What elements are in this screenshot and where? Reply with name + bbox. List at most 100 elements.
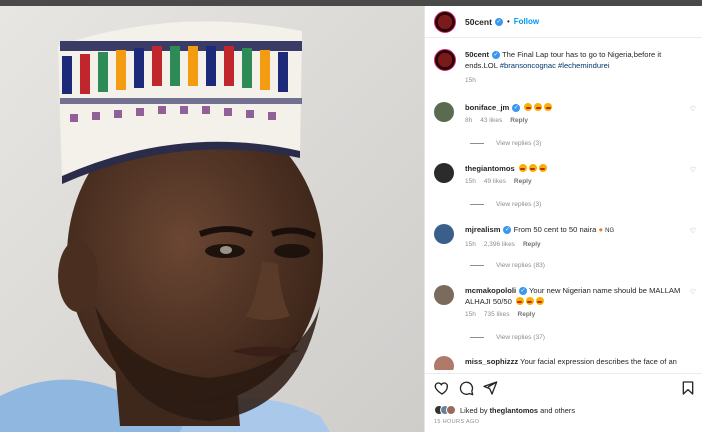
comment-time: 15h: [465, 311, 476, 318]
clap-emoji-icon: [535, 297, 544, 305]
comment-text: mcmakopololi ✓ Your new Nigerian name sho…: [465, 285, 687, 307]
like-comment-heart-icon[interactable]: ♡: [690, 288, 696, 296]
commenter-avatar[interactable]: [434, 356, 454, 370]
comment-body: miss_sophizzz Your facial expression des…: [465, 356, 687, 370]
caption-time: 15h: [465, 77, 476, 84]
follow-button[interactable]: Follow: [514, 17, 539, 26]
comment-body: mcmakopololi ✓ Your new Nigerian name sho…: [465, 285, 687, 318]
comment-body: boniface_jm ✓ 8h 43 likes Reply: [465, 102, 687, 124]
comment-item: mcmakopololi ✓ Your new Nigerian name sho…: [434, 285, 696, 318]
commenter-avatar[interactable]: [434, 163, 454, 183]
comment-time: 8h: [465, 117, 473, 124]
liked-by-text: Liked by theglantomos and others: [460, 406, 575, 415]
post-date: 15 HOURS AGO: [434, 419, 480, 425]
liked-by: Liked by theglantomos and others: [434, 405, 575, 415]
comment-body: mjrealism ✓ From 50 cent to 50 naira ● NG…: [465, 224, 687, 248]
post-photo: [0, 6, 424, 432]
comment-body: thegiantomos 15h 49 likes Reply: [465, 163, 687, 185]
fire-emoji-icon: ●: [598, 225, 604, 234]
post-header: 50cent ✓ • Follow: [425, 6, 702, 38]
post-side-panel: 50cent ✓ • Follow 50cent ✓ The Final Lap …: [424, 6, 702, 432]
author-avatar[interactable]: [434, 10, 456, 33]
header-separator: •: [506, 17, 510, 26]
comment-text: boniface_jm ✓: [465, 102, 687, 113]
verified-icon: ✓: [503, 226, 512, 234]
view-replies-button[interactable]: View replies (83): [470, 262, 545, 269]
comment-item: miss_sophizzz Your facial expression des…: [434, 356, 696, 370]
bookmark-icon[interactable]: [680, 380, 696, 396]
view-replies-button[interactable]: View replies (3): [470, 201, 541, 208]
share-icon[interactable]: [482, 380, 498, 396]
comment-message: Your facial expression describes the fac…: [520, 357, 677, 366]
replies-line: [470, 337, 484, 338]
heart-icon[interactable]: [434, 380, 450, 396]
commenter-avatar[interactable]: [434, 224, 454, 244]
commenter-username[interactable]: thegiantomos: [465, 164, 515, 173]
comment-time: 15h: [465, 178, 476, 185]
laughing-emoji-icon: [524, 103, 533, 111]
comment-item: thegiantomos 15h 49 likes Reply ♡: [434, 163, 696, 185]
comment-meta: 15h 2,396 likes Reply: [465, 241, 687, 248]
action-row: [434, 380, 696, 398]
view-replies-label: View replies (37): [496, 334, 545, 341]
verified-icon: ✓: [512, 104, 521, 112]
laughing-emoji-icon: [515, 297, 524, 305]
liker-avatar[interactable]: [446, 405, 456, 415]
verified-icon: ✓: [492, 51, 501, 59]
verified-icon: ✓: [519, 287, 528, 295]
view-replies-label: View replies (83): [496, 262, 545, 269]
reply-button[interactable]: Reply: [518, 311, 536, 318]
reply-button[interactable]: Reply: [510, 117, 528, 124]
like-comment-heart-icon[interactable]: ♡: [690, 105, 696, 113]
laughing-emoji-icon: [538, 164, 547, 172]
commenter-username[interactable]: mjrealism: [465, 225, 500, 234]
caption-hashtags[interactable]: #bransoncognac #lechemindurei: [500, 61, 610, 70]
commenter-username[interactable]: miss_sophizzz: [465, 357, 518, 366]
laughing-emoji-icon: [518, 164, 527, 172]
comment-likes[interactable]: 735 likes: [484, 311, 510, 318]
commenter-username[interactable]: mcmakopololi: [465, 286, 516, 295]
flag-label: NG: [605, 228, 615, 234]
laughing-emoji-icon: [525, 297, 534, 305]
laughing-emoji-icon: [534, 103, 543, 111]
replies-line: [470, 265, 484, 266]
comment-item: mjrealism ✓ From 50 cent to 50 naira ● NG…: [434, 224, 696, 248]
liked-by-others[interactable]: and others: [538, 406, 575, 415]
view-replies-button[interactable]: View replies (3): [470, 140, 541, 147]
author-username[interactable]: 50cent: [465, 17, 492, 27]
commenter-avatar[interactable]: [434, 102, 454, 122]
reply-button[interactable]: Reply: [514, 178, 532, 185]
post-actions: Liked by theglantomos and others 15 HOUR…: [425, 373, 702, 432]
comment-item: boniface_jm ✓ 8h 43 likes Reply ♡: [434, 102, 696, 124]
liked-by-prefix: Liked by: [460, 405, 490, 415]
comment-icon[interactable]: [458, 380, 474, 396]
comment-text: miss_sophizzz Your facial expression des…: [465, 356, 687, 367]
comment-message: From 50 cent to 50 naira: [513, 225, 597, 234]
comment-likes[interactable]: 2,396 likes: [484, 241, 515, 248]
liked-by-username[interactable]: theglantomos: [490, 406, 538, 415]
comment-likes[interactable]: 49 likes: [484, 178, 506, 185]
comment-text: thegiantomos: [465, 163, 687, 174]
view-replies-button[interactable]: View replies (37): [470, 334, 545, 341]
like-comment-heart-icon[interactable]: ♡: [690, 166, 696, 174]
commenter-username[interactable]: boniface_jm: [465, 103, 509, 112]
comment-time: 15h: [465, 241, 476, 248]
like-comment-heart-icon[interactable]: ♡: [690, 227, 696, 235]
laughing-emoji-icon: [528, 164, 537, 172]
reply-button[interactable]: Reply: [523, 241, 541, 248]
post-caption: 50cent ✓ The Final Lap tour has to go to …: [434, 49, 696, 86]
comment-meta: 15h 735 likes Reply: [465, 311, 687, 318]
comment-meta: 8h 43 likes Reply: [465, 117, 687, 124]
comment-text: mjrealism ✓ From 50 cent to 50 naira ● NG: [465, 224, 687, 237]
replies-line: [470, 143, 484, 144]
laughing-emoji-icon: [544, 103, 553, 111]
comment-meta: 15h 49 likes Reply: [465, 178, 687, 185]
verified-icon: ✓: [494, 17, 503, 26]
caption-username[interactable]: 50cent: [465, 50, 489, 59]
commenter-avatar[interactable]: [434, 285, 454, 305]
caption-meta: 15h: [465, 75, 693, 86]
view-replies-label: View replies (3): [496, 201, 542, 208]
caption-avatar[interactable]: [434, 49, 456, 71]
view-replies-label: View replies (3): [496, 140, 542, 147]
comment-likes[interactable]: 43 likes: [480, 117, 502, 124]
